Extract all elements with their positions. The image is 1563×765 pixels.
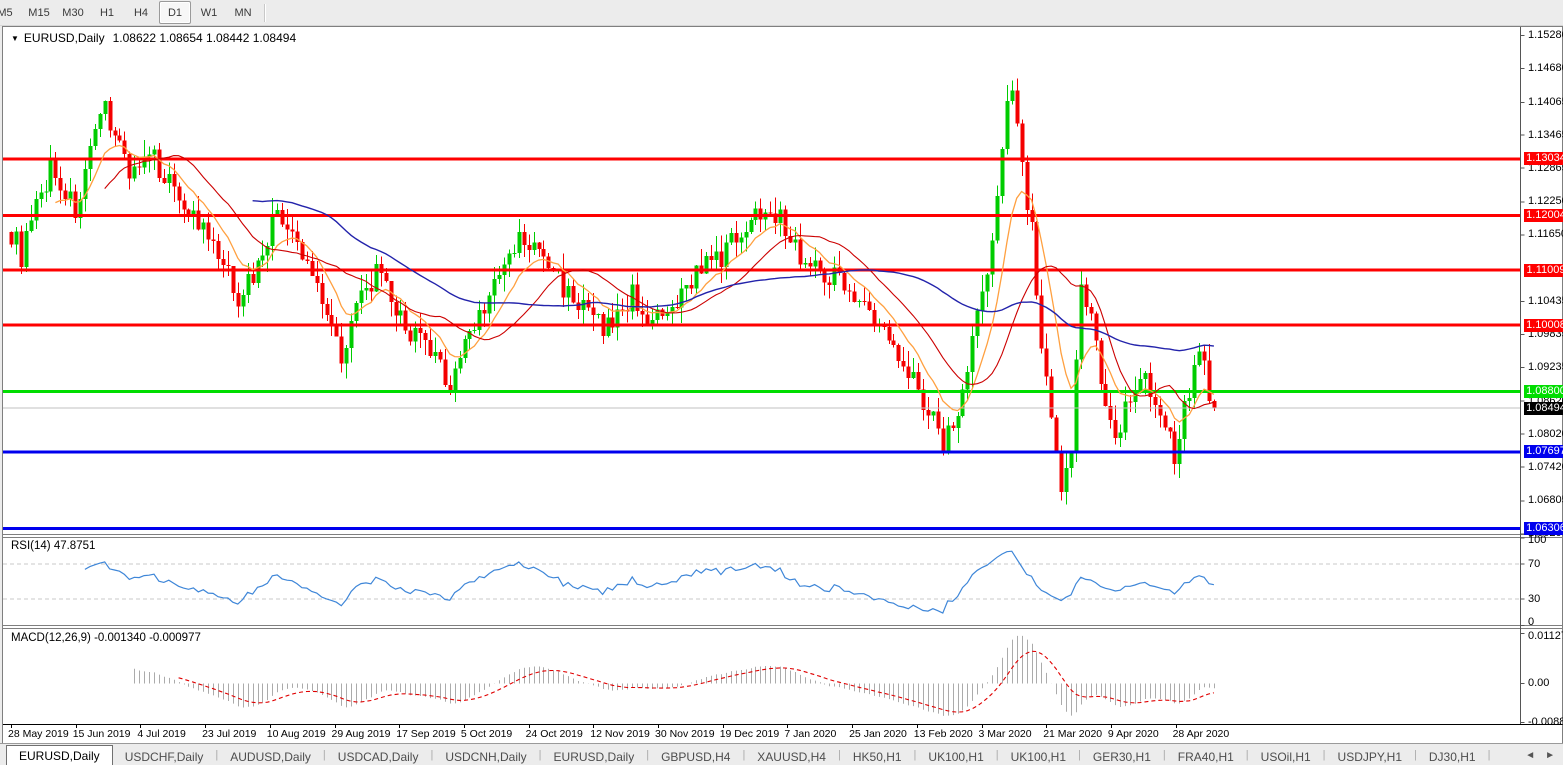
chart-tab-bar: EURUSD,DailyUSDCHF,Daily|AUDUSD,Daily|US…: [0, 743, 1563, 765]
date-tick-label: 15 Jun 2019: [73, 728, 131, 740]
timeframe-button-w1[interactable]: W1: [193, 1, 225, 24]
chart-title: ▼ EURUSD,Daily 1.08622 1.08654 1.08442 1.0…: [11, 31, 296, 45]
price-tick-label: 1.14065: [1528, 96, 1563, 108]
tab-audusd-daily[interactable]: AUDUSD,Daily: [218, 747, 323, 765]
price-tick-label: 1.15280: [1528, 29, 1563, 41]
price-level-badge: 1.07697: [1524, 445, 1563, 458]
price-tick-label: 1.13465: [1528, 129, 1563, 141]
chart-ohlc-values: 1.08622 1.08654 1.08442 1.08494: [113, 31, 297, 45]
date-tick-label: 3 Mar 2020: [979, 728, 1032, 740]
date-tick-label: 17 Sep 2019: [396, 728, 456, 740]
chart-graphics: [3, 27, 1562, 743]
tab-fra40-h1[interactable]: FRA40,H1: [1166, 747, 1246, 765]
tab-uk100-h1[interactable]: UK100,H1: [999, 747, 1078, 765]
price-tick-label: 1.14680: [1528, 62, 1563, 74]
chart-symbol-label: EURUSD,Daily: [24, 31, 105, 45]
timeframe-button-h4[interactable]: H4: [125, 1, 157, 24]
tab-usdjpy-h1[interactable]: USDJPY,H1: [1326, 747, 1414, 765]
timeframe-buttons: M5M15M30H1H4D1W1MN: [0, 1, 260, 24]
price-tick-label: 1.12250: [1528, 195, 1563, 207]
date-tick-label: 19 Dec 2019: [720, 728, 780, 740]
tab-xauusd-h4[interactable]: XAUUSD,H4: [745, 747, 838, 765]
date-tick-label: 29 Aug 2019: [332, 728, 391, 740]
date-tick-label: 30 Nov 2019: [655, 728, 715, 740]
date-tick-label: 24 Oct 2019: [526, 728, 583, 740]
date-tick-label: 21 Mar 2020: [1043, 728, 1102, 740]
date-tick-label: 28 May 2019: [8, 728, 69, 740]
price-tick-label: 1.10435: [1528, 295, 1563, 307]
date-tick-label: 12 Nov 2019: [590, 728, 650, 740]
price-tick-label: 1.07420: [1528, 461, 1563, 473]
tab-gbpusd-h4[interactable]: GBPUSD,H4: [649, 747, 742, 765]
price-level-badge: 1.08800: [1524, 385, 1563, 398]
date-tick-label: 25 Jan 2020: [849, 728, 907, 740]
rsi-tick-label: 70: [1528, 558, 1540, 570]
tab-scroll-right-icon[interactable]: ►: [1545, 750, 1555, 761]
tab-usdcnh-daily[interactable]: USDCNH,Daily: [433, 747, 538, 765]
price-tick-label: 1.09235: [1528, 361, 1563, 373]
date-tick-label: 10 Aug 2019: [267, 728, 326, 740]
price-level-badge: 1.11009: [1524, 264, 1563, 277]
macd-tick-label: -0.008845: [1528, 716, 1563, 728]
tab-ger30-h1[interactable]: GER30,H1: [1081, 747, 1163, 765]
bid-price-badge: 1.08494: [1524, 402, 1563, 415]
price-tick-label: 1.06805: [1528, 494, 1563, 506]
tab-separator: |: [1488, 749, 1491, 761]
price-tick-label: 1.11650: [1528, 228, 1563, 240]
chart-dropdown-icon[interactable]: ▼: [11, 34, 19, 43]
macd-tick-label: 0.011277: [1528, 630, 1563, 642]
tab-usoil-h1[interactable]: USOil,H1: [1249, 747, 1323, 765]
tab-scroll-left-icon[interactable]: ◄: [1525, 750, 1535, 761]
tab-dj30-h1[interactable]: DJ30,H1: [1417, 747, 1488, 765]
tab-eurusd-daily[interactable]: EURUSD,Daily: [542, 747, 647, 765]
date-tick-label: 9 Apr 2020: [1108, 728, 1159, 740]
timeframe-button-m15[interactable]: M15: [23, 1, 55, 24]
rsi-tick-label: 100: [1528, 534, 1546, 546]
macd-tick-label: 0.00: [1528, 677, 1549, 689]
mt4-window: M5M15M30H1H4D1W1MN ▼ EURUSD,Daily 1.08622 …: [0, 0, 1563, 765]
toolbar-divider: [264, 4, 266, 22]
date-tick-label: 13 Feb 2020: [914, 728, 973, 740]
macd-label: MACD(12,26,9) -0.001340 -0.000977: [11, 632, 201, 644]
rsi-label: RSI(14) 47.8751: [11, 540, 95, 552]
price-level-badge: 1.10008: [1524, 319, 1563, 332]
date-tick-label: 5 Oct 2019: [461, 728, 512, 740]
timeframe-button-h1[interactable]: H1: [91, 1, 123, 24]
tab-hk50-h1[interactable]: HK50,H1: [841, 747, 914, 765]
tab-usdcad-daily[interactable]: USDCAD,Daily: [326, 747, 431, 765]
tab-eurusd-daily[interactable]: EURUSD,Daily: [6, 745, 113, 765]
date-tick-label: 28 Apr 2020: [1173, 728, 1230, 740]
price-level-badge: 1.06306: [1524, 522, 1563, 535]
date-tick-label: 23 Jul 2019: [202, 728, 256, 740]
tab-usdchf-daily[interactable]: USDCHF,Daily: [113, 747, 216, 765]
price-tick-label: 1.08020: [1528, 428, 1563, 440]
timeframe-button-mn[interactable]: MN: [227, 1, 259, 24]
timeframe-button-m5[interactable]: M5: [0, 1, 21, 24]
date-tick-label: 4 Jul 2019: [137, 728, 185, 740]
timeframe-button-d1[interactable]: D1: [159, 1, 191, 24]
rsi-tick-label: 0: [1528, 616, 1534, 628]
rsi-tick-label: 30: [1528, 593, 1540, 605]
timeframe-button-m30[interactable]: M30: [57, 1, 89, 24]
date-tick-label: 7 Jan 2020: [784, 728, 836, 740]
chart-window[interactable]: ▼ EURUSD,Daily 1.08622 1.08654 1.08442 1.0…: [2, 26, 1563, 744]
price-level-badge: 1.13034: [1524, 152, 1563, 165]
tab-uk100-h1[interactable]: UK100,H1: [916, 747, 995, 765]
timeframe-toolbar: M5M15M30H1H4D1W1MN: [0, 0, 1563, 26]
price-level-badge: 1.12004: [1524, 209, 1563, 222]
